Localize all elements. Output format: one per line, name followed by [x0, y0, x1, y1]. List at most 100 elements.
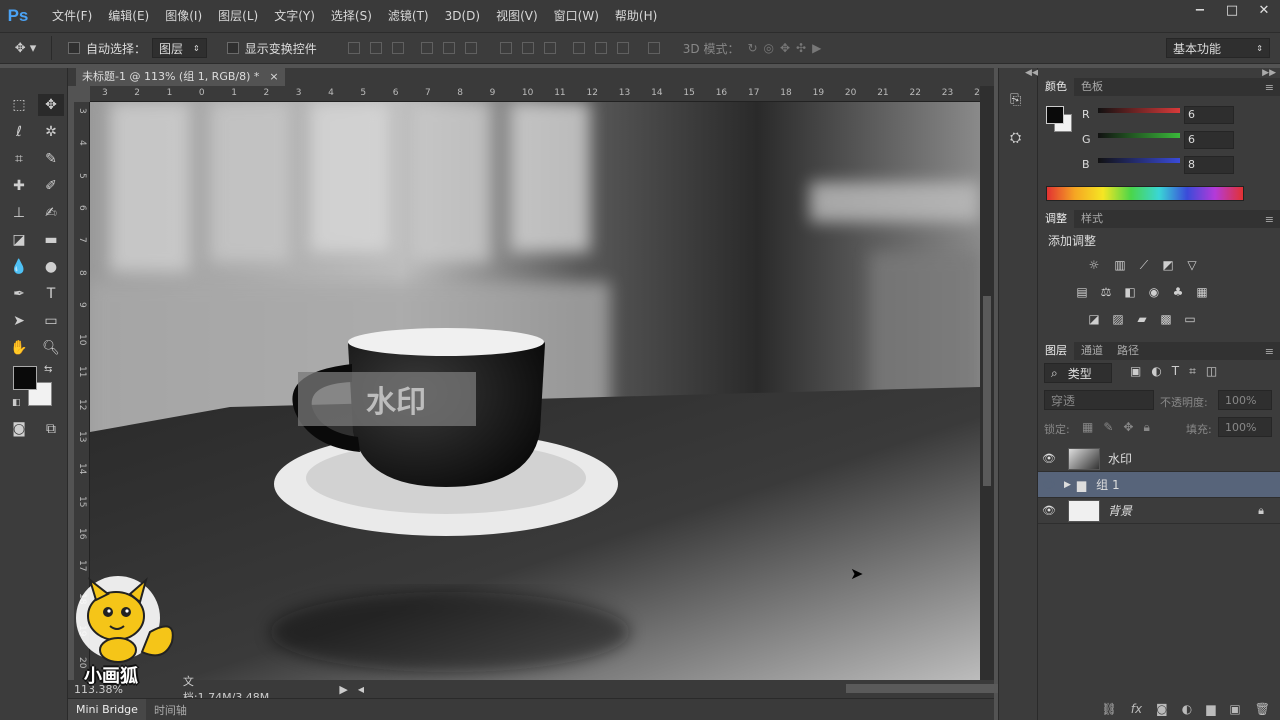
- brightness-contrast-icon[interactable]: ☼: [1086, 258, 1102, 272]
- panel-menu-icon[interactable]: ≡: [1265, 81, 1274, 94]
- lock-icons[interactable]: ▦✎✥🔒︎: [1082, 420, 1160, 435]
- move-tool-icon[interactable]: ✥: [38, 94, 64, 116]
- magic-wand-tool-icon[interactable]: ✲: [38, 121, 64, 143]
- menu-window[interactable]: 窗口(W): [546, 0, 607, 32]
- color-lookup-icon[interactable]: ▦: [1194, 285, 1210, 299]
- group-expand-icon[interactable]: ▶: [1064, 480, 1071, 490]
- align-bottom-icon[interactable]: [391, 42, 404, 54]
- channel-mixer-icon[interactable]: ♣: [1170, 285, 1186, 299]
- blend-mode-dropdown[interactable]: 穿透: [1044, 390, 1154, 410]
- history-panel-icon[interactable]: ⎘: [1010, 92, 1028, 110]
- b-slider[interactable]: [1098, 158, 1180, 163]
- distribute-top-icon[interactable]: [499, 42, 512, 54]
- distribute-vcenter-icon[interactable]: [521, 42, 534, 54]
- type-tool-icon[interactable]: T: [38, 283, 64, 305]
- maximize-button[interactable]: □: [1216, 0, 1248, 20]
- menu-file[interactable]: 文件(F): [44, 0, 100, 32]
- path-selection-tool-icon[interactable]: ➤: [6, 310, 32, 332]
- tab-layers[interactable]: 图层: [1038, 342, 1074, 360]
- layer-name[interactable]: 水印: [1108, 450, 1132, 467]
- g-value-field[interactable]: 6: [1184, 131, 1234, 149]
- minimize-button[interactable]: −: [1184, 0, 1216, 20]
- healing-brush-tool-icon[interactable]: ✚: [6, 175, 32, 197]
- new-adjustment-icon[interactable]: ◐: [1182, 702, 1192, 716]
- lasso-tool-icon[interactable]: ℓ: [6, 121, 32, 143]
- panel-menu-icon[interactable]: ≡: [1265, 213, 1274, 226]
- auto-select-checkbox[interactable]: [68, 42, 80, 54]
- new-layer-icon[interactable]: ▣: [1229, 702, 1240, 716]
- menu-type[interactable]: 文字(Y): [266, 0, 323, 32]
- layer-row-watermark[interactable]: 👁︎ 水印: [1038, 446, 1280, 472]
- black-white-icon[interactable]: ◧: [1122, 285, 1138, 299]
- shape-tool-icon[interactable]: ▭: [38, 310, 64, 332]
- opacity-field[interactable]: 100%: [1218, 390, 1272, 410]
- gradient-tool-icon[interactable]: ▬: [38, 229, 64, 251]
- gradient-map-icon[interactable]: ▭: [1182, 312, 1198, 326]
- auto-select-dropdown[interactable]: 图层 ⇕: [152, 38, 207, 58]
- panels-collapse-icon[interactable]: ▶▶: [1262, 68, 1276, 78]
- blur-tool-icon[interactable]: 💧: [6, 256, 32, 278]
- dock-collapse-icon[interactable]: ◀◀: [1025, 68, 1039, 78]
- add-mask-icon[interactable]: ◙: [1156, 702, 1168, 716]
- quick-mask-icon[interactable]: ◙: [6, 418, 32, 440]
- layer-row-group[interactable]: 👁︎ ▶ ▆ 组 1: [1038, 472, 1280, 498]
- color-fg-swatch[interactable]: [1046, 106, 1064, 124]
- color-ramp[interactable]: [1046, 186, 1244, 201]
- tab-timeline[interactable]: 时间轴: [146, 702, 195, 718]
- exposure-icon[interactable]: ◩: [1160, 258, 1176, 272]
- menu-3d[interactable]: 3D(D): [437, 0, 488, 32]
- tab-color[interactable]: 颜色: [1038, 78, 1074, 96]
- menu-filter[interactable]: 滤镜(T): [380, 0, 437, 32]
- vibrance-icon[interactable]: ▽: [1184, 258, 1200, 272]
- hue-saturation-icon[interactable]: ▤: [1074, 285, 1090, 299]
- document-canvas[interactable]: 水印 ➤: [90, 102, 980, 680]
- layer-filter-icons[interactable]: ▣◐T⌗◫: [1130, 364, 1227, 379]
- vertical-scroll-thumb[interactable]: [983, 296, 991, 486]
- tab-paths[interactable]: 路径: [1110, 342, 1146, 360]
- 3d-mode-icons[interactable]: ↻◎✥✣▶: [747, 41, 827, 55]
- eyedropper-tool-icon[interactable]: ✎: [38, 148, 64, 170]
- visibility-eye-icon[interactable]: 👁︎: [1038, 504, 1060, 517]
- r-slider[interactable]: [1098, 108, 1180, 113]
- g-slider[interactable]: [1098, 133, 1180, 138]
- menu-edit[interactable]: 编辑(E): [100, 0, 157, 32]
- visibility-eye-icon[interactable]: 👁︎: [1038, 478, 1060, 491]
- distribute-bottom-icon[interactable]: [543, 42, 556, 54]
- tab-swatches[interactable]: 色板: [1074, 78, 1110, 96]
- eraser-tool-icon[interactable]: ◪: [6, 229, 32, 251]
- delete-layer-icon[interactable]: 🗑︎: [1255, 702, 1270, 716]
- b-value-field[interactable]: 8: [1184, 156, 1234, 174]
- swap-colors-icon[interactable]: ⇆: [44, 364, 52, 375]
- curves-icon[interactable]: ⟋: [1136, 258, 1152, 272]
- threshold-icon[interactable]: ▰: [1134, 312, 1150, 326]
- close-tab-icon[interactable]: ×: [269, 68, 278, 86]
- menu-image[interactable]: 图像(I): [157, 0, 210, 32]
- new-group-icon[interactable]: ▆: [1206, 702, 1215, 716]
- layer-name[interactable]: 组 1: [1096, 476, 1119, 493]
- workspace-dropdown[interactable]: 基本功能 ⇕: [1166, 38, 1270, 58]
- brush-tool-icon[interactable]: ✐: [38, 175, 64, 197]
- layer-row-background[interactable]: 👁︎ 背景 🔒︎: [1038, 498, 1280, 524]
- tab-channels[interactable]: 通道: [1074, 342, 1110, 360]
- tab-adjustments[interactable]: 调整: [1038, 210, 1074, 228]
- zoom-tool-icon[interactable]: 🔍︎: [38, 337, 64, 359]
- menu-select[interactable]: 选择(S): [323, 0, 380, 32]
- crop-tool-icon[interactable]: ⌗: [6, 148, 32, 170]
- selective-color-icon[interactable]: ▩: [1158, 312, 1174, 326]
- align-left-icon[interactable]: [420, 42, 433, 54]
- menu-help[interactable]: 帮助(H): [607, 0, 665, 32]
- fill-field[interactable]: 100%: [1218, 417, 1272, 437]
- distribute-right-icon[interactable]: [616, 42, 629, 54]
- color-balance-icon[interactable]: ⚖: [1098, 285, 1114, 299]
- layer-name[interactable]: 背景: [1108, 502, 1132, 519]
- move-tool-preset-icon[interactable]: ✥ ▾: [0, 36, 52, 60]
- clone-stamp-tool-icon[interactable]: ⊥: [6, 202, 32, 224]
- posterize-icon[interactable]: ▨: [1110, 312, 1126, 326]
- tab-mini-bridge[interactable]: Mini Bridge: [68, 698, 146, 720]
- align-top-icon[interactable]: [347, 42, 360, 54]
- hand-tool-icon[interactable]: ✋: [6, 337, 32, 359]
- horizontal-scrollbar[interactable]: [364, 680, 1048, 698]
- menu-layer[interactable]: 图层(L): [210, 0, 266, 32]
- menu-view[interactable]: 视图(V): [488, 0, 546, 32]
- align-vcenter-icon[interactable]: [369, 42, 382, 54]
